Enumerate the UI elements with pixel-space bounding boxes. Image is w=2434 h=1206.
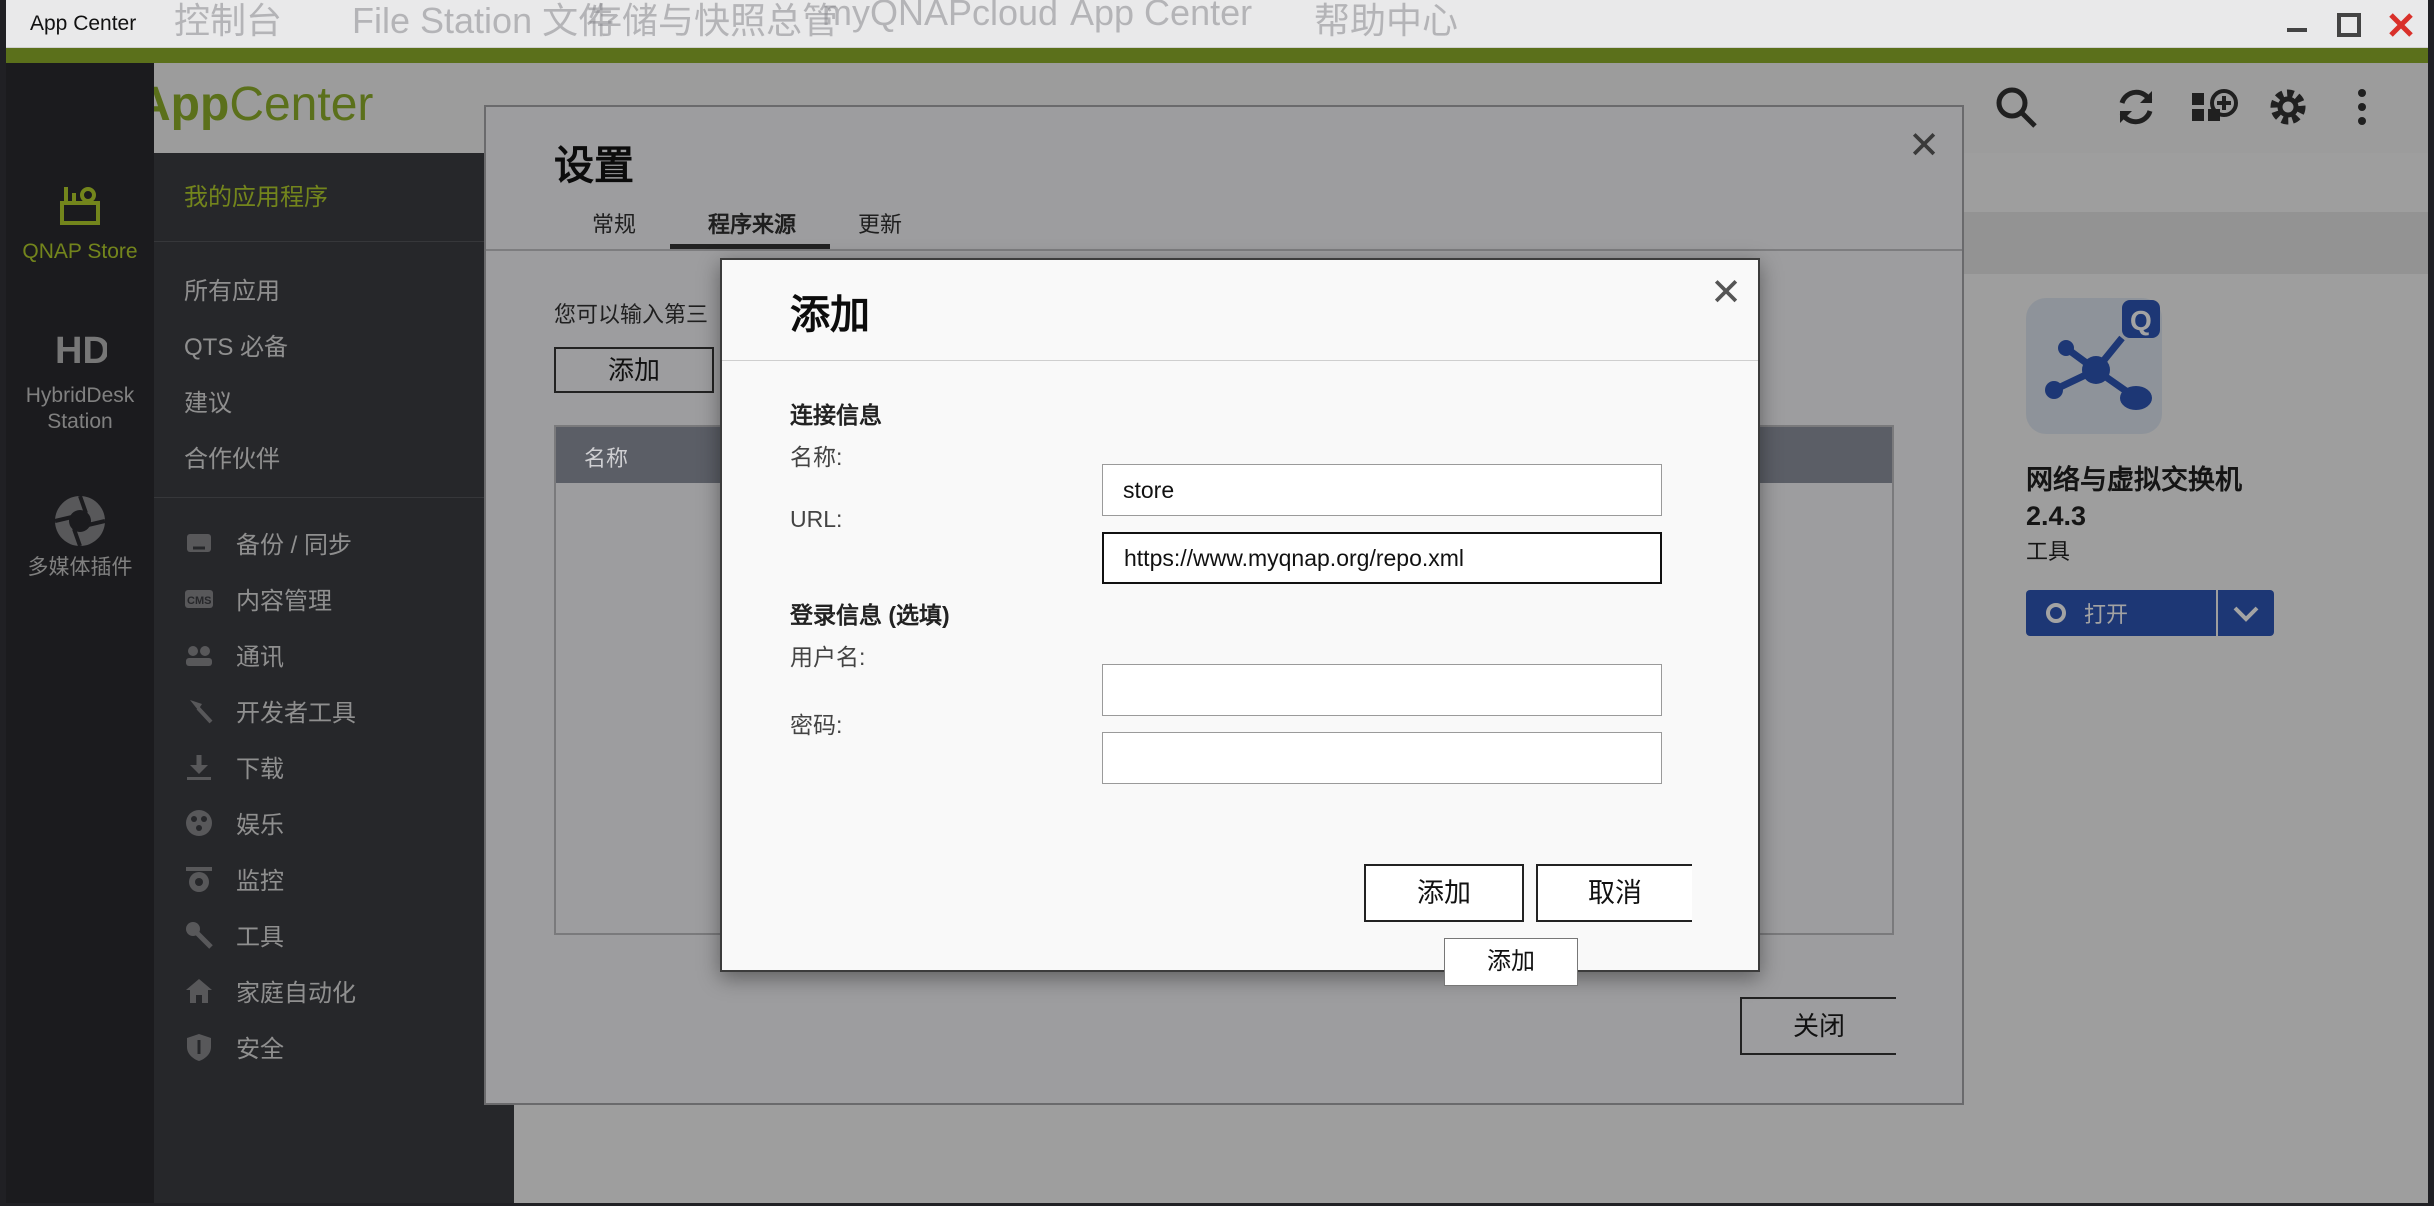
- name-field[interactable]: [1102, 464, 1662, 516]
- tab-update[interactable]: 更新: [858, 207, 902, 239]
- username-label: 用户名:: [790, 644, 866, 670]
- maximize-icon[interactable]: [2334, 10, 2364, 40]
- divider: [722, 360, 1758, 361]
- settings-close-icon[interactable]: ✕: [1908, 123, 1940, 168]
- add-dialog-close-icon[interactable]: ✕: [1710, 270, 1742, 315]
- settings-description: 您可以输入第三: [554, 302, 709, 327]
- ghost-menu-item: 存储与快照总管: [586, 0, 839, 41]
- add-button[interactable]: 添加: [1364, 864, 1524, 922]
- app-center-window: 控制台 File Station 文件 存储与快照总管 myQNAPcloud …: [6, 0, 2428, 1203]
- password-label: 密码:: [790, 712, 843, 738]
- settings-title: 设置: [554, 144, 634, 188]
- settings-tabs: 常规 程序来源 更新: [486, 197, 1962, 251]
- ghost-menu-item: myQNAPcloud: [822, 0, 1059, 33]
- name-label: 名称:: [790, 444, 843, 470]
- cancel-button[interactable]: 取消: [1536, 864, 1692, 922]
- title-bar: 控制台 File Station 文件 存储与快照总管 myQNAPcloud …: [6, 0, 2428, 48]
- settings-add-button[interactable]: 添加: [554, 347, 714, 393]
- ghost-menu-item: App Center: [1070, 0, 1253, 33]
- connection-section-heading: 连接信息: [790, 402, 882, 428]
- ghost-menu-item: 帮助中心: [1314, 0, 1459, 41]
- add-dialog-title: 添加: [790, 293, 870, 337]
- close-window-icon[interactable]: [2386, 10, 2416, 40]
- login-section-heading: 登录信息 (选填): [790, 602, 950, 628]
- ghost-menu-item: 控制台: [174, 0, 283, 41]
- settings-close-button[interactable]: 关闭: [1740, 997, 1896, 1055]
- tab-general[interactable]: 常规: [592, 207, 636, 239]
- url-label: URL:: [790, 506, 843, 532]
- ghost-menu-item: File Station 文件: [352, 0, 615, 41]
- password-field[interactable]: [1102, 732, 1662, 784]
- tab-app-repository[interactable]: 程序来源: [708, 207, 796, 239]
- add-tooltip: 添加: [1444, 938, 1578, 986]
- active-tab-indicator: [670, 244, 830, 249]
- add-repository-dialog: 添加 ✕ 连接信息 名称: URL: 登录信息 (选填) 用户名: 密码: 添加…: [720, 258, 1760, 972]
- minimize-icon[interactable]: [2282, 10, 2312, 40]
- window-title: App Center: [30, 12, 137, 35]
- url-field[interactable]: [1102, 532, 1662, 584]
- username-field[interactable]: [1102, 664, 1662, 716]
